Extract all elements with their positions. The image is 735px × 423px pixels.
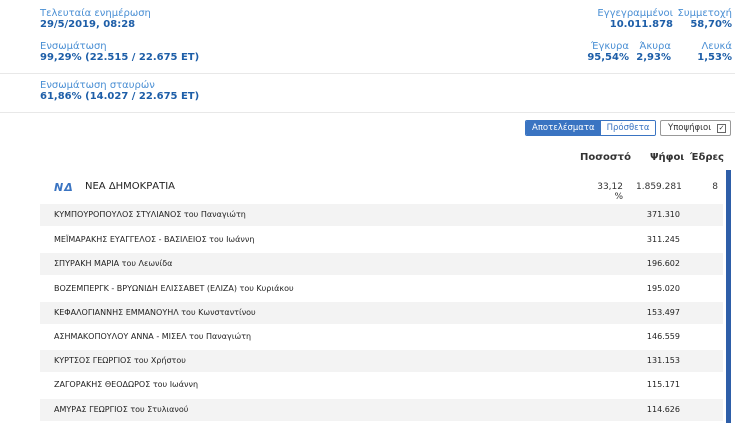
view-toggle: Αποτελέσματα Πρόσθετα [525, 120, 657, 136]
last-update-block: Τελευταία ενημέρωση 29/5/2019, 08:28 [40, 8, 151, 30]
candidate-name: ΣΠΥΡΑΚΗ ΜΑΡΙΑ του Λεωνίδα [54, 259, 173, 268]
candidate-row: ΚΥΡΤΣΟΣ ΓΕΩΡΓΙΟΣ του Χρήστου 131.153 [40, 350, 723, 372]
valid-stat: Έγκυρα 95,54% [587, 41, 629, 63]
candidate-name: ΚΥΜΠΟΥΡΟΠΟΥΛΟΣ ΣΤΥΛΙΑΝΟΣ του Παναγιώτη [54, 210, 246, 219]
party-votes: 1.859.281 [636, 182, 682, 192]
last-update-label: Τελευταία ενημέρωση [40, 8, 151, 19]
party-row[interactable]: ΝΔ ΝΕΑ ΔΗΜΟΚΡΑΤΙΑ 33,12 % 1.859.281 8 [40, 176, 723, 202]
turnout-value: 58,70% [690, 19, 732, 30]
candidate-row: ΒΟΖΕΜΠΕΡΓΚ - ΒΡΥΩΝΙΔΗ ΕΛΙΣΣΑΒΕΤ (ΕΛΙΖΑ) … [40, 278, 723, 300]
candidate-votes: 153.497 [646, 308, 680, 317]
candidate-row: ΣΠΥΡΑΚΗ ΜΑΡΙΑ του Λεωνίδα 196.602 [40, 253, 723, 275]
candidate-votes: 196.602 [646, 259, 680, 268]
checkbox-icon[interactable]: ✓ [717, 123, 727, 133]
candidate-name: ΒΟΖΕΜΠΕΡΓΚ - ΒΡΥΩΝΙΔΗ ΕΛΙΣΣΑΒΕΤ (ΕΛΙΖΑ) … [54, 284, 294, 293]
cross-integration-value: 61,86% (14.027 / 22.675 ΕΤ) [40, 91, 200, 102]
candidate-votes: 311.245 [646, 235, 680, 244]
column-votes: Ψήφοι [650, 152, 685, 163]
candidate-row: ΚΕΦΑΛΟΓΙΑΝΝΗΣ ΕΜΜΑΝΟΥΗΛ του Κωνσταντίνου… [40, 302, 723, 324]
blank-value: 1,53% [697, 52, 732, 63]
valid-value: 95,54% [587, 52, 629, 63]
invalid-stat: Άκυρα 2,93% [636, 41, 671, 63]
candidate-votes: 195.020 [646, 284, 680, 293]
integration-block: Ενσωμάτωση 99,29% (22.515 / 22.675 ΕΤ) [40, 41, 199, 63]
valid-label: Έγκυρα [591, 41, 629, 52]
candidate-name: ΑΜΥΡΑΣ ΓΕΩΡΓΙΟΣ του Στυλιανού [54, 405, 189, 414]
column-seats: Έδρες [690, 152, 724, 163]
candidate-name: ΜΕΪΜΑΡΑΚΗΣ ΕΥΑΓΓΕΛΟΣ - ΒΑΣΙΛΕΙΟΣ του Ιωά… [54, 235, 255, 244]
divider [0, 73, 735, 74]
registered-stat: Εγγεγραμμένοι 10.011.878 [597, 8, 673, 30]
blank-label: Λευκά [701, 41, 732, 52]
candidate-row: ΑΣΗΜΑΚΟΠΟΥΛΟΥ ΑΝΝΑ - ΜΙΣΕΛ του Παναγιώτη… [40, 326, 723, 348]
candidate-row: ΚΥΜΠΟΥΡΟΠΟΥΛΟΣ ΣΤΥΛΙΑΝΟΣ του Παναγιώτη 3… [40, 204, 723, 226]
candidate-name: ΚΥΡΤΣΟΣ ΓΕΩΡΓΙΟΣ του Χρήστου [54, 356, 186, 365]
registered-label: Εγγεγραμμένοι [597, 8, 673, 19]
candidate-row: ΜΕΪΜΑΡΑΚΗΣ ΕΥΑΓΓΕΛΟΣ - ΒΑΣΙΛΕΙΟΣ του Ιωά… [40, 229, 723, 251]
column-percent: Ποσοστό [580, 152, 631, 163]
cross-integration-label: Ενσωμάτωση σταυρών [40, 80, 155, 91]
divider [0, 112, 735, 113]
candidate-votes: 114.626 [646, 405, 680, 414]
cross-integration-block: Ενσωμάτωση σταυρών 61,86% (14.027 / 22.6… [40, 80, 199, 102]
candidates-button-label: Υποψήφιοι [668, 123, 712, 133]
last-update-value: 29/5/2019, 08:28 [40, 19, 136, 30]
turnout-label: Συμμετοχή [677, 8, 733, 19]
scrollbar[interactable] [726, 170, 731, 423]
integration-label: Ενσωμάτωση [40, 41, 107, 52]
tab-additional[interactable]: Πρόσθετα [600, 121, 656, 135]
party-name: ΝΕΑ ΔΗΜΟΚΡΑΤΙΑ [85, 181, 176, 192]
candidate-votes: 371.310 [646, 210, 680, 219]
candidate-votes: 146.559 [646, 332, 680, 341]
integration-value: 99,29% (22.515 / 22.675 ΕΤ) [40, 52, 200, 63]
candidate-votes: 131.153 [646, 356, 680, 365]
turnout-stat: Συμμετοχή 58,70% [678, 8, 733, 30]
candidate-row: ΖΑΓΟΡΑΚΗΣ ΘΕΟΔΩΡΟΣ του Ιωάννη 115.171 [40, 374, 723, 396]
candidate-row: ΑΜΥΡΑΣ ΓΕΩΡΓΙΟΣ του Στυλιανού 114.626 [40, 399, 723, 421]
party-seats: 8 [712, 182, 718, 192]
candidate-votes: 115.171 [646, 380, 680, 389]
candidates-toggle-button[interactable]: Υποψήφιοι ✓ [660, 120, 731, 136]
party-percent: 33,12 % [597, 182, 623, 202]
candidate-name: ΚΕΦΑΛΟΓΙΑΝΝΗΣ ΕΜΜΑΝΟΥΗΛ του Κωνσταντίνου [54, 308, 256, 317]
registered-value: 10.011.878 [609, 19, 673, 30]
invalid-label: Άκυρα [639, 41, 671, 52]
party-logo-icon: ΝΔ [54, 181, 74, 194]
candidate-name: ΑΣΗΜΑΚΟΠΟΥΛΟΥ ΑΝΝΑ - ΜΙΣΕΛ του Παναγιώτη [54, 332, 252, 341]
tab-results[interactable]: Αποτελέσματα [526, 121, 601, 135]
candidate-name: ΖΑΓΟΡΑΚΗΣ ΘΕΟΔΩΡΟΣ του Ιωάννη [54, 380, 199, 389]
blank-stat: Λευκά 1,53% [697, 41, 732, 63]
invalid-value: 2,93% [636, 52, 671, 63]
